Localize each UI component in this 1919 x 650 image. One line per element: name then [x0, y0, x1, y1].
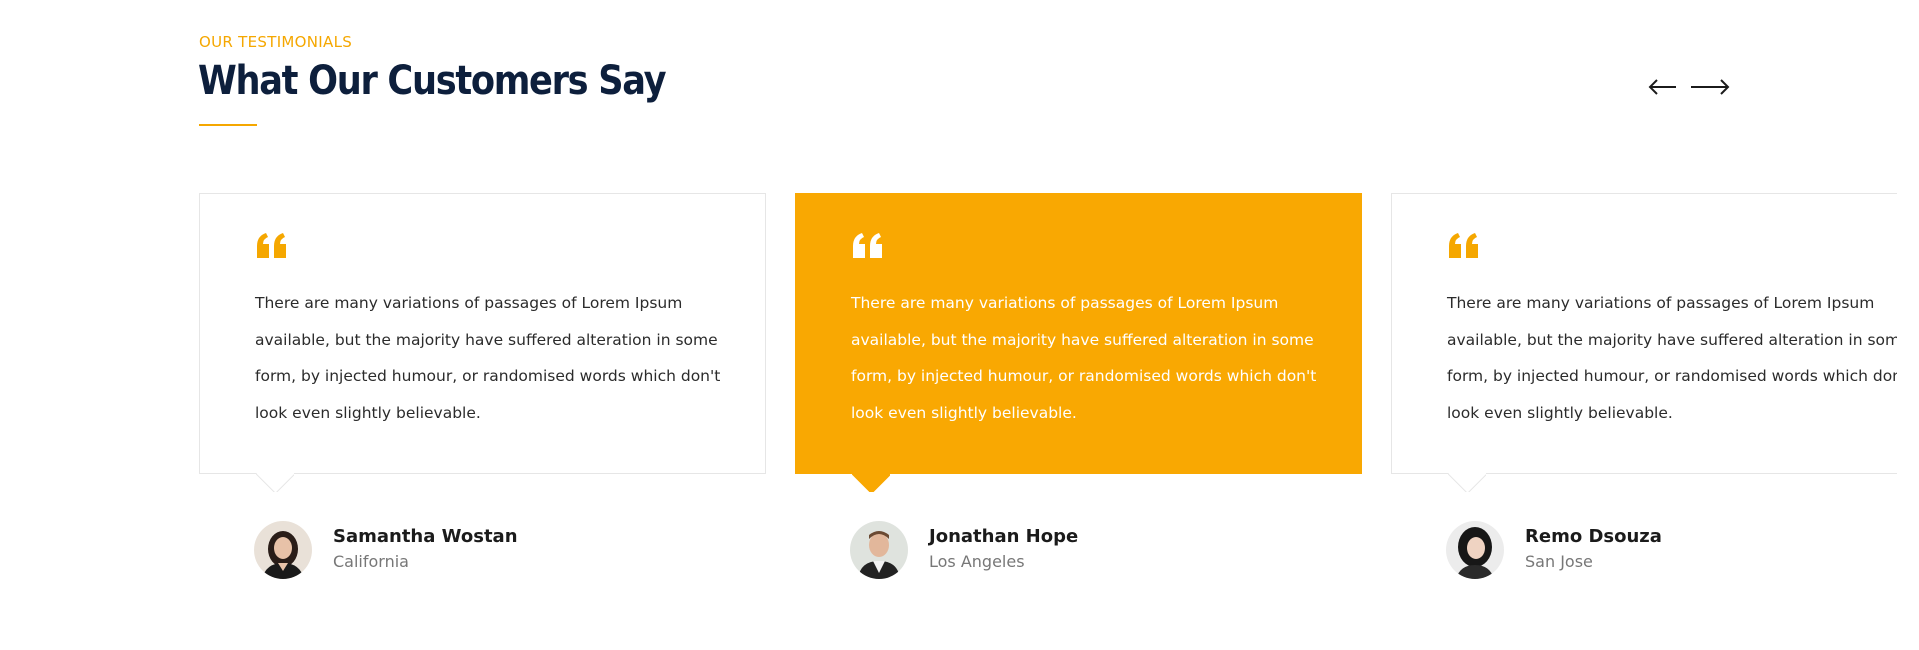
testimonial-card: There are many variations of passages of…	[199, 193, 766, 474]
author-location: Los Angeles	[929, 552, 1025, 571]
arrow-left-icon	[1648, 79, 1676, 95]
author-name: Samantha Wostan	[333, 526, 518, 547]
quote-icon	[255, 232, 289, 260]
title-underline	[199, 124, 257, 126]
testimonial-author: Remo Dsouza San Jose	[1446, 520, 1662, 580]
quote-icon	[1447, 232, 1481, 260]
testimonial-author: Samantha Wostan California	[254, 520, 518, 580]
testimonial-text: There are many variations of passages of…	[255, 294, 721, 422]
author-location: San Jose	[1525, 552, 1593, 571]
testimonial-card-active: There are many variations of passages of…	[795, 193, 1362, 474]
author-name: Jonathan Hope	[929, 526, 1079, 547]
card-pointer	[256, 473, 294, 492]
next-button[interactable]	[1688, 72, 1732, 102]
quote-icon	[851, 232, 885, 260]
avatar	[254, 521, 312, 579]
avatar	[850, 521, 908, 579]
testimonial-text: There are many variations of passages of…	[1447, 294, 1913, 422]
testimonial-card: There are many variations of passages of…	[1391, 193, 1919, 474]
avatar	[1446, 521, 1504, 579]
testimonial-text: There are many variations of passages of…	[851, 294, 1317, 422]
card-pointer	[1448, 473, 1486, 492]
card-pointer	[852, 473, 890, 492]
section-title: What Our Customers Say	[198, 58, 667, 104]
author-location: California	[333, 552, 409, 571]
slider-viewport-edge	[1897, 0, 1919, 650]
prev-button[interactable]	[1648, 72, 1678, 102]
author-name: Remo Dsouza	[1525, 526, 1662, 547]
testimonials-section: OUR TESTIMONIALS What Our Customers Say …	[0, 0, 1919, 650]
arrow-right-icon	[1691, 79, 1730, 95]
section-eyebrow: OUR TESTIMONIALS	[199, 33, 353, 51]
testimonial-author: Jonathan Hope Los Angeles	[850, 520, 1078, 580]
